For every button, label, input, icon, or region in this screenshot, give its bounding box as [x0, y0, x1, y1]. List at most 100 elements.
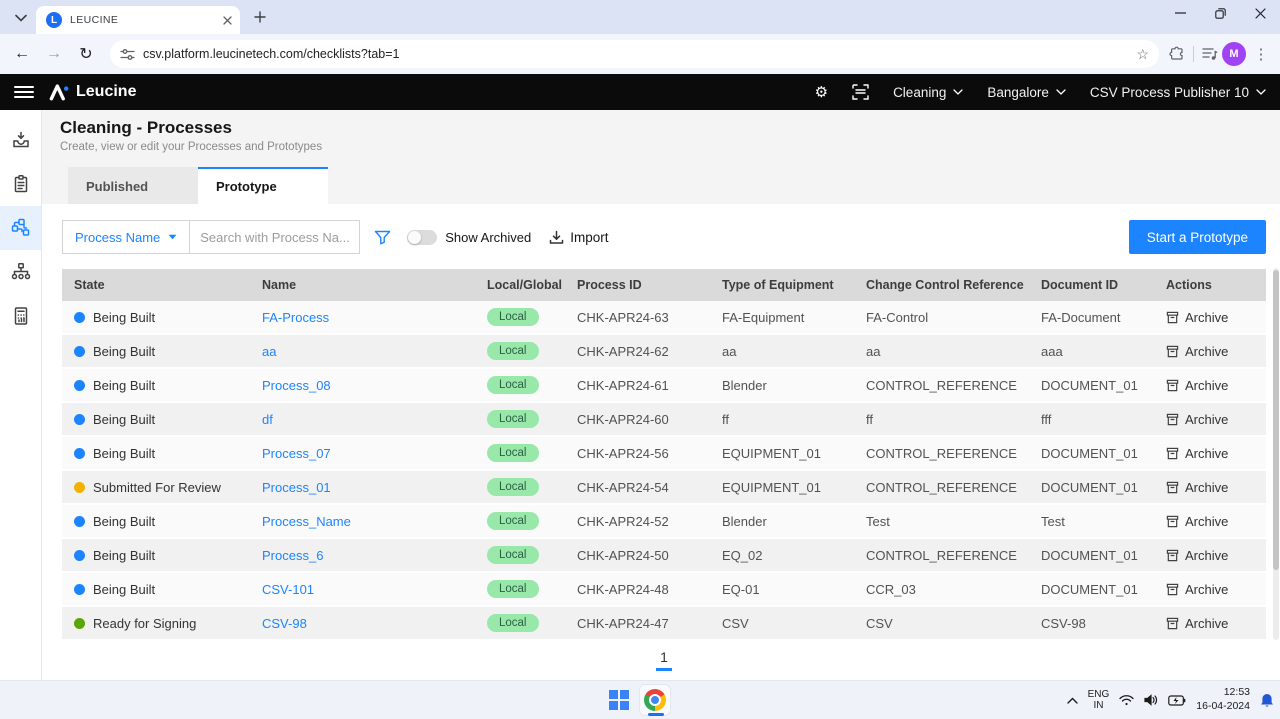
archive-label: Archive [1185, 412, 1228, 427]
scope-badge: Local [487, 478, 539, 496]
settings-gear-icon[interactable]: ⚙ [815, 83, 828, 101]
state-label: Ready for Signing [93, 616, 196, 631]
back-icon[interactable]: ← [8, 40, 36, 68]
hamburger-menu-icon[interactable] [14, 86, 34, 98]
table-row: Submitted For ReviewProcess_01LocalCHK-A… [62, 471, 1266, 505]
process-id-cell: CHK-APR24-47 [565, 616, 710, 631]
tab-close-icon[interactable] [223, 16, 232, 25]
content-panel: Process Name Show Archived Import [42, 204, 1280, 680]
process-name-link[interactable]: Process_07 [262, 446, 331, 461]
sidebar-item-reports[interactable] [0, 294, 41, 338]
archive-button[interactable]: Archive [1154, 412, 1266, 427]
state-cell: Being Built [62, 310, 250, 325]
name-cell: CSV-98 [250, 616, 475, 631]
archive-button[interactable]: Archive [1154, 310, 1266, 325]
scope-cell: Local [475, 546, 565, 564]
forward-icon[interactable]: → [40, 40, 68, 68]
start-button[interactable] [609, 690, 629, 710]
column-header: Name [250, 278, 475, 292]
notification-bell-icon[interactable] [1260, 693, 1274, 708]
process-name-link[interactable]: FA-Process [262, 310, 329, 325]
column-header: Local/Global [475, 278, 565, 292]
archive-button[interactable]: Archive [1154, 616, 1266, 631]
language-indicator[interactable]: ENG IN [1088, 689, 1110, 712]
column-header: Document ID [1029, 278, 1154, 292]
new-tab-button[interactable] [248, 5, 272, 29]
tray-expand-chevron-icon[interactable] [1067, 697, 1078, 704]
process-name-link[interactable]: Process_08 [262, 378, 331, 393]
battery-icon[interactable] [1168, 695, 1186, 706]
profile-avatar[interactable]: M [1222, 42, 1246, 66]
archive-icon [1166, 549, 1179, 562]
archive-icon [1166, 515, 1179, 528]
window-minimize-button[interactable] [1160, 0, 1200, 26]
process-id-cell: CHK-APR24-62 [565, 344, 710, 359]
active-app-indicator [648, 713, 664, 716]
url-text[interactable]: csv.platform.leucinetech.com/checklists?… [143, 47, 1128, 61]
table-scrollbar[interactable] [1273, 268, 1279, 640]
process-name-link[interactable]: df [262, 412, 273, 427]
extensions-icon[interactable] [1169, 46, 1185, 62]
archive-button[interactable]: Archive [1154, 480, 1266, 495]
filter-field-dropdown[interactable]: Process Name [62, 220, 190, 254]
sidebar-item-checklists[interactable] [0, 162, 41, 206]
archive-button[interactable]: Archive [1154, 548, 1266, 563]
page-number[interactable]: 1 [660, 649, 668, 665]
scope-badge: Local [487, 512, 539, 530]
bookmark-star-icon[interactable]: ☆ [1136, 46, 1149, 63]
tab-search-button[interactable] [8, 7, 34, 29]
window-close-button[interactable] [1240, 0, 1280, 26]
volume-icon[interactable] [1144, 694, 1158, 706]
process-name-link[interactable]: Process_01 [262, 480, 331, 495]
table-body: Being BuiltFA-ProcessLocalCHK-APR24-63FA… [62, 301, 1266, 641]
archive-label: Archive [1185, 344, 1228, 359]
process-name-link[interactable]: CSV-98 [262, 616, 307, 631]
archive-button[interactable]: Archive [1154, 446, 1266, 461]
tab-published[interactable]: Published [68, 167, 198, 204]
import-button[interactable]: Import [549, 230, 608, 245]
window-restore-button[interactable] [1200, 0, 1240, 26]
scan-icon[interactable] [852, 84, 869, 100]
archive-button[interactable]: Archive [1154, 378, 1266, 393]
state-cell: Being Built [62, 344, 250, 359]
equipment-cell: Blender [710, 378, 854, 393]
start-prototype-button[interactable]: Start a Prototype [1129, 220, 1266, 254]
browser-menu-icon[interactable]: ⋮ [1250, 45, 1272, 63]
scrollbar-thumb[interactable] [1273, 270, 1279, 570]
site-settings-icon[interactable] [120, 48, 135, 61]
process-name-link[interactable]: Process_Name [262, 514, 351, 529]
process-name-link[interactable]: aa [262, 344, 276, 359]
reload-icon[interactable]: ↻ [72, 40, 100, 68]
state-label: Submitted For Review [93, 480, 221, 495]
browser-tab[interactable]: L LEUCINE [36, 6, 240, 34]
archive-label: Archive [1185, 480, 1228, 495]
media-panel-icon[interactable] [1202, 47, 1218, 61]
state-label: Being Built [93, 548, 155, 563]
filter-funnel-icon[interactable] [374, 230, 391, 245]
name-cell: aa [250, 344, 475, 359]
department-dropdown[interactable]: Cleaning [893, 85, 963, 100]
wifi-icon[interactable] [1119, 695, 1134, 706]
filter-controls: Process Name Show Archived Import [62, 220, 1266, 254]
sidebar-item-hierarchy[interactable] [0, 250, 41, 294]
state-label: Being Built [93, 446, 155, 461]
sidebar-item-inbox[interactable] [0, 118, 41, 162]
archive-button[interactable]: Archive [1154, 582, 1266, 597]
archive-button[interactable]: Archive [1154, 514, 1266, 529]
chevron-down-icon [953, 89, 963, 95]
site-dropdown[interactable]: Bangalore [987, 85, 1066, 100]
search-input[interactable] [190, 221, 359, 253]
archive-button[interactable]: Archive [1154, 344, 1266, 359]
tab-prototype[interactable]: Prototype [198, 167, 328, 204]
show-archived-toggle[interactable] [407, 230, 437, 245]
address-bar[interactable]: csv.platform.leucinetech.com/checklists?… [110, 40, 1159, 68]
clock[interactable]: 12:53 16-04-2024 [1196, 686, 1250, 713]
app-top-bar: Leucine ⚙ Cleaning Bangalore CSV Process… [0, 74, 1280, 110]
taskbar-chrome-button[interactable] [639, 684, 671, 716]
archive-icon [1166, 311, 1179, 324]
process-name-link[interactable]: CSV-101 [262, 582, 314, 597]
user-role-dropdown[interactable]: CSV Process Publisher 10 [1090, 85, 1266, 100]
process-name-link[interactable]: Process_6 [262, 548, 323, 563]
chrome-icon [644, 689, 666, 711]
sidebar-item-processes[interactable] [0, 206, 41, 250]
